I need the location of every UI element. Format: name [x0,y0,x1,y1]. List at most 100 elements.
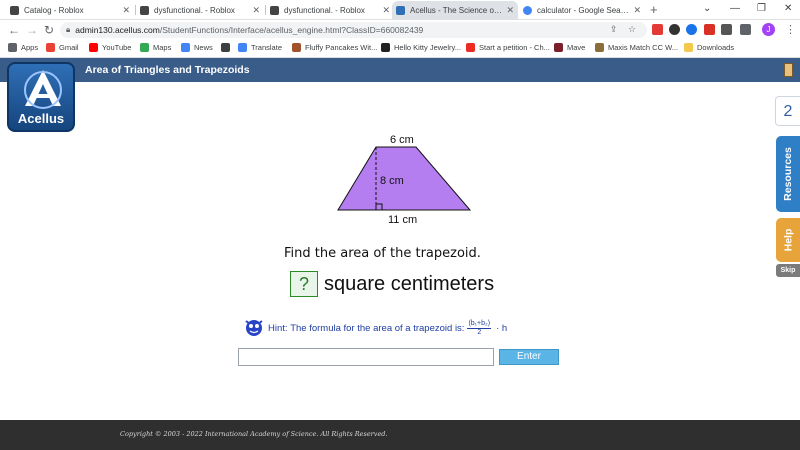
bookmark-favicon-icon [89,43,98,52]
bookmark-item[interactable]: Start a petition - Ch... [466,43,550,52]
bookmark-favicon-icon [684,43,693,52]
browser-tab-active[interactable]: Acellus - The Science of Lea ✕ [392,1,518,20]
tab-search-icon[interactable]: ⌄ [703,3,711,14]
bookmark-item[interactable]: Mave [554,43,585,52]
bookmark-item[interactable]: Apps [8,43,38,52]
bookmark-label: Start a petition - Ch... [479,43,550,52]
bookmark-label: Mave [567,43,586,52]
tp-extension-icon[interactable] [652,24,663,35]
puzzle-extensions-icon[interactable] [740,24,751,35]
restore-icon[interactable]: ❐ [757,3,766,14]
bookmark-favicon-icon [46,43,55,52]
bookmark-star-icon[interactable]: ☆ [628,24,636,35]
bookmark-item[interactable]: News [181,43,213,52]
bookmark-label: Apps [21,43,39,52]
top-base-label: 6 cm [390,134,414,146]
bookmark-label: Hello Kitty Jewelry... [394,43,461,52]
units-label: square centimeters [324,272,495,295]
bookmark-label: Gmail [59,43,79,52]
extension-icon[interactable] [686,24,697,35]
question-text: Find the area of the trapezoid. [284,246,481,261]
close-tab-icon[interactable]: ✕ [382,5,390,16]
acellus-a-logo-icon [24,70,62,109]
extension-icon[interactable] [704,24,715,35]
hint-tail: · h [496,322,508,334]
bookmark-label: Maxis Match CC W... [608,43,679,52]
answer-input[interactable] [238,348,494,366]
fullscreen-icon[interactable] [784,63,793,77]
bookmark-item[interactable]: Gmail [46,43,79,52]
bookmark-favicon-icon [238,43,247,52]
forward-arrow-icon[interactable]: → [26,23,38,37]
acellus-logo: Acellus [7,62,75,132]
hint-mascot-icon [245,320,263,336]
hint-row: Hint: The formula for the area of a trap… [243,317,507,339]
resources-label: Resources [782,147,795,201]
skip-button[interactable]: Skip [776,264,800,277]
reload-icon[interactable]: ↻ [44,23,54,37]
back-arrow-icon[interactable]: ← [8,23,20,37]
bookmark-label: News [194,43,213,52]
bookmark-item[interactable] [221,43,234,52]
roblox-favicon-icon [140,6,149,15]
hint-numerator: (b₁+b₂) [467,319,492,329]
acellus-page: Area of Triangles and Trapezoids Acellus… [0,58,800,450]
bookmark-favicon-icon [292,43,301,52]
bookmark-item[interactable]: Hello Kitty Jewelry... [381,43,461,52]
url-host: admin130.acellus.com [75,25,160,35]
footer: Copyright © 2003 - 2022 International Ac… [0,420,800,450]
tab-title: dysfunctional. - Roblox [154,6,235,15]
question-counter: 2 [775,96,800,126]
close-tab-icon[interactable]: ✕ [506,5,514,16]
help-tab[interactable]: Help [776,218,800,262]
browser-tab[interactable]: calculator - Google Search ✕ [519,1,645,20]
address-bar-row: ← → ↻ 🔒︎ admin130.acellus.com/StudentFun… [0,20,800,40]
answer-template: ? square centimeters [290,271,494,297]
enter-button[interactable]: Enter [499,349,559,365]
hint-text: The formula for the area of a trapezoid … [290,322,465,334]
bookmark-item[interactable]: Downloads [684,43,734,52]
bookmark-favicon-icon [140,43,149,52]
height-label: 8 cm [380,175,404,187]
bookmark-label: Downloads [697,43,735,52]
tab-title: dysfunctional. - Roblox [284,6,365,15]
bookmarks-bar: Apps Gmail YouTube Maps News Translate Fluffy … [0,40,800,58]
bookmark-label: Translate [251,43,282,52]
resources-tab[interactable]: Resources [776,136,800,212]
extension-icon[interactable] [669,24,680,35]
profile-avatar[interactable]: J [762,23,775,36]
lesson-header-bar: Area of Triangles and Trapezoids [0,58,800,82]
trapezoid-figure: 6 cm 8 cm 11 cm [337,134,472,226]
tab-strip: Catalog - Roblox ✕ dysfunctional. - Robl… [0,0,800,20]
bookmark-favicon-icon [221,43,230,52]
acellus-favicon-icon [396,6,405,15]
browser-tab[interactable]: dysfunctional. - Roblox ✕ [136,1,264,20]
bookmark-label: YouTube [102,43,132,52]
close-tab-icon[interactable]: ✕ [633,5,641,16]
roblox-favicon-icon [270,6,279,15]
browser-tab[interactable]: dysfunctional. - Roblox ✕ [266,1,394,20]
bookmark-favicon-icon [381,43,390,52]
answer-blank: ? [290,271,318,297]
close-tab-icon[interactable]: ✕ [122,5,130,16]
lock-icon[interactable]: 🔒︎ [66,25,70,35]
help-label: Help [781,228,794,252]
close-tab-icon[interactable]: ✕ [252,5,260,16]
bookmark-favicon-icon [181,43,190,52]
url-input[interactable]: 🔒︎ admin130.acellus.com/StudentFunctions… [60,22,647,38]
browser-tab[interactable]: Catalog - Roblox ✕ [6,1,134,20]
extension-icon[interactable] [721,24,732,35]
bookmark-item[interactable]: Maps [140,43,171,52]
trapezoid-shape [337,146,472,211]
bookmark-item[interactable]: Maxis Match CC W... [595,43,678,52]
bookmark-favicon-icon [8,43,17,52]
bookmark-item[interactable]: YouTube [89,43,131,52]
menu-dots-icon[interactable]: ⋮ [785,23,796,36]
bookmark-item[interactable]: Translate [238,43,282,52]
bookmark-label: Maps [153,43,172,52]
minimize-icon[interactable]: — [730,3,740,14]
bookmark-item[interactable]: Fluffy Pancakes Wit... [292,43,377,52]
new-tab-button[interactable]: + [650,2,658,17]
close-window-icon[interactable]: ✕ [784,3,792,14]
share-icon[interactable]: ⇪ [610,24,618,35]
